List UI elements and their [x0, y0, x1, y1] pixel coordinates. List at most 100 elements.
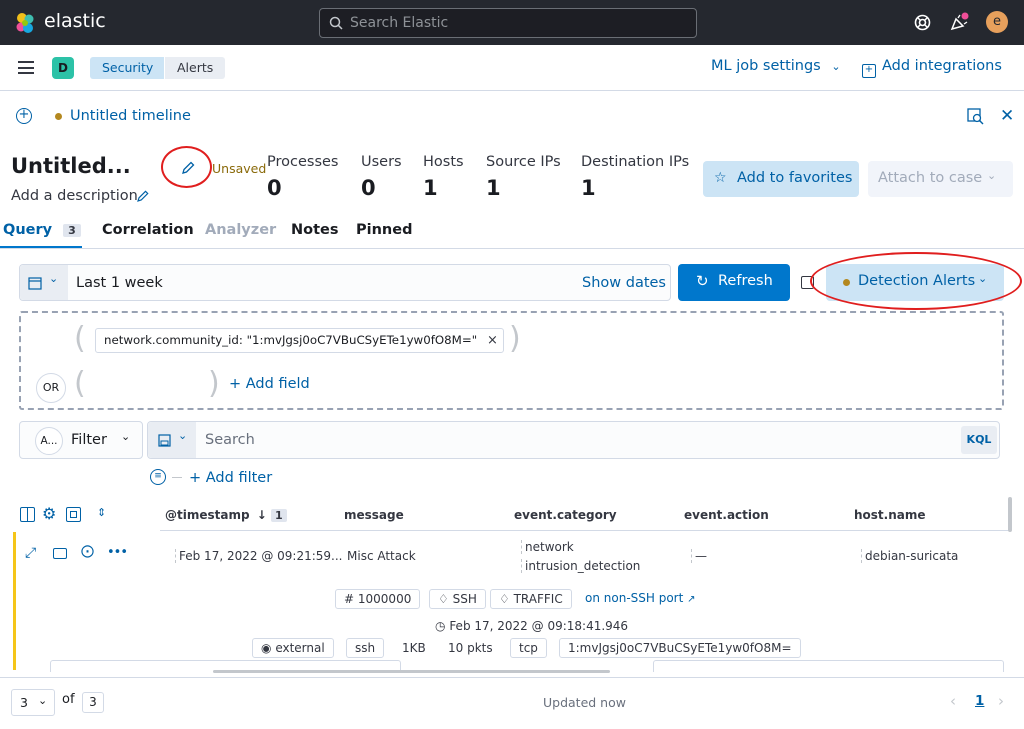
community-id-label: 1:mvJgsj0oC7VBuCSyETe1yw0fO8M=	[568, 641, 792, 655]
transport-badge[interactable]: tcp	[510, 638, 547, 658]
page-button-1[interactable]: 1	[975, 693, 984, 709]
add-filter-link[interactable]: + Add filter	[189, 470, 272, 486]
tag-traffic[interactable]: ♢ TRAFFIC	[490, 589, 572, 609]
fullscreen-icon[interactable]	[66, 507, 81, 522]
column-picker-icon[interactable]	[20, 507, 35, 522]
table-row[interactable]: ⤢ ⨀ ••• Feb 17, 2022 @ 09:21:59... Misc …	[13, 532, 1012, 672]
ml-job-settings-button[interactable]: ML job settings ⌄	[711, 58, 841, 74]
cell-action[interactable]: —	[691, 549, 707, 563]
stat-value-source-ips: 1	[486, 176, 501, 200]
column-header-event-action[interactable]: event.action	[684, 508, 769, 522]
stat-label-source-ips: Source IPs	[486, 154, 561, 170]
cell-message[interactable]: Misc Attack	[347, 549, 416, 563]
provider-pill-label: network.community_id: "1:mvJgsj0oC7VBuCS…	[104, 333, 478, 347]
tab-query[interactable]: Query 3	[3, 222, 81, 238]
community-id-badge[interactable]: 1:mvJgsj0oC7VBuCSyETe1yw0fO8M=	[559, 638, 801, 658]
attach-to-case-button[interactable]: Attach to case ⌄	[868, 161, 1013, 197]
more-actions-icon[interactable]: •••	[107, 545, 128, 560]
new-timeline-icon[interactable]: +	[16, 108, 32, 124]
rule-id-badge[interactable]: # 1000000	[335, 589, 421, 609]
expand-event-icon[interactable]: ⤢	[25, 545, 36, 561]
date-range-label[interactable]: Last 1 week	[76, 275, 163, 291]
show-dates-link[interactable]: Show dates	[582, 275, 666, 291]
elastic-logo-icon[interactable]	[13, 11, 37, 35]
add-integrations-button[interactable]: + Add integrations	[862, 58, 1002, 78]
provider-pill[interactable]: network.community_id: "1:mvJgsj0oC7VBuCS…	[95, 328, 504, 353]
filter-options-icon[interactable]: ≡	[150, 469, 166, 485]
or-label: OR	[42, 381, 60, 394]
filter-kind-badge: A...	[35, 427, 63, 455]
help-lifebuoy-icon[interactable]	[914, 14, 931, 31]
column-header-message[interactable]: message	[344, 508, 404, 522]
tab-correlation[interactable]: Correlation	[102, 222, 194, 238]
page-size-select[interactable]: 3 ⌄	[11, 689, 55, 716]
transport-label: tcp	[519, 641, 538, 655]
horizontal-scrollbar[interactable]	[213, 670, 610, 673]
rule-id-label: 1000000	[357, 592, 412, 606]
timeline-tab-title[interactable]: Untitled timeline	[70, 108, 191, 124]
space-avatar[interactable]: D	[52, 57, 74, 79]
inspect-icon[interactable]	[967, 108, 984, 125]
tag-ssh[interactable]: ♢ SSH	[429, 589, 486, 609]
stat-value-processes: 0	[267, 176, 282, 200]
previous-page-icon: ‹	[950, 692, 956, 710]
tab-query-label: Query	[3, 222, 53, 238]
cell-category-network[interactable]: network	[521, 540, 574, 554]
external-link-icon: ↗	[687, 594, 696, 605]
breadcrumb-security[interactable]: Security	[90, 57, 164, 79]
column-header-host-name[interactable]: host.name	[854, 508, 926, 522]
chevron-down-icon: ⌄	[121, 430, 131, 443]
network-direction-label: external	[275, 641, 325, 655]
bytes-value[interactable]: 1KB	[402, 641, 426, 655]
chevron-down-icon: ⌄	[178, 429, 188, 442]
cell-category-intrusion[interactable]: intrusion_detection	[521, 559, 640, 573]
saved-query-button[interactable]: ⌄	[148, 422, 196, 458]
or-badge: OR	[36, 373, 66, 403]
close-timeline-icon[interactable]: ✕	[1000, 106, 1014, 126]
news-rocket-icon[interactable]	[949, 12, 971, 32]
brand-name[interactable]: elastic	[44, 10, 106, 32]
table-scrollbar[interactable]	[1008, 497, 1012, 532]
gear-icon[interactable]: ⚙	[42, 504, 56, 523]
kql-label: KQL	[966, 433, 992, 446]
kql-toggle-button[interactable]: KQL	[961, 426, 997, 454]
add-to-favorites-label: Add to favorites	[737, 170, 853, 186]
open-paren: (	[74, 321, 86, 356]
packets-value[interactable]: 10 pkts	[448, 641, 493, 655]
menu-hamburger-icon[interactable]	[18, 61, 34, 74]
column-header-event-category[interactable]: event.category	[514, 508, 617, 522]
add-field-link[interactable]: + Add field	[229, 376, 310, 392]
cell-host-name[interactable]: debian-suricata	[861, 549, 958, 563]
add-to-favorites-button[interactable]: ☆ Add to favorites	[703, 161, 859, 197]
tab-notes[interactable]: Notes	[291, 222, 339, 238]
clock-icon: ◷	[435, 619, 446, 633]
protocol-badge[interactable]: ssh	[346, 638, 385, 658]
event-time[interactable]: ◷ Feb 17, 2022 @ 09:18:41.946	[435, 619, 628, 633]
cell-timestamp[interactable]: Feb 17, 2022 @ 09:21:59...	[175, 549, 342, 563]
description-placeholder[interactable]: Add a description	[11, 188, 138, 204]
sort-fields-icon[interactable]: ⇕	[97, 506, 106, 519]
search-input[interactable]: Search	[205, 432, 255, 448]
global-search-input[interactable]: Search Elastic	[319, 8, 697, 38]
tab-pinned[interactable]: Pinned	[356, 222, 412, 238]
attach-to-case-label: Attach to case	[878, 170, 983, 186]
user-avatar[interactable]: e	[986, 11, 1008, 33]
edit-description-pencil-icon[interactable]	[136, 188, 150, 202]
column-header-timestamp[interactable]: @timestamp ↓ 1	[165, 508, 287, 522]
filter-kind-select[interactable]: A... Filter ⌄	[19, 421, 143, 459]
add-note-icon[interactable]	[53, 548, 67, 559]
refresh-button[interactable]: ↻ Refresh	[678, 264, 790, 301]
rule-reference-label: on non-SSH port	[585, 591, 684, 605]
globe-icon: ◉	[261, 641, 272, 655]
next-page-icon: ›	[998, 692, 1004, 710]
network-direction-badge[interactable]: ◉ external	[252, 638, 334, 658]
add-integration-icon: +	[862, 64, 876, 78]
data-providers-dropzone[interactable]: ( network.community_id: "1:mvJgsj0oC7VBu…	[19, 311, 1004, 410]
rule-reference-link[interactable]: on non-SSH port ↗	[585, 591, 696, 605]
timeline-title[interactable]: Untitled...	[11, 154, 131, 178]
annotation-circle-edit	[161, 146, 212, 188]
stat-label-hosts: Hosts	[423, 154, 464, 170]
quick-select-button[interactable]: ⌄	[20, 265, 68, 300]
remove-provider-icon[interactable]: ×	[487, 329, 498, 352]
pin-event-icon[interactable]: ⨀	[81, 544, 94, 559]
